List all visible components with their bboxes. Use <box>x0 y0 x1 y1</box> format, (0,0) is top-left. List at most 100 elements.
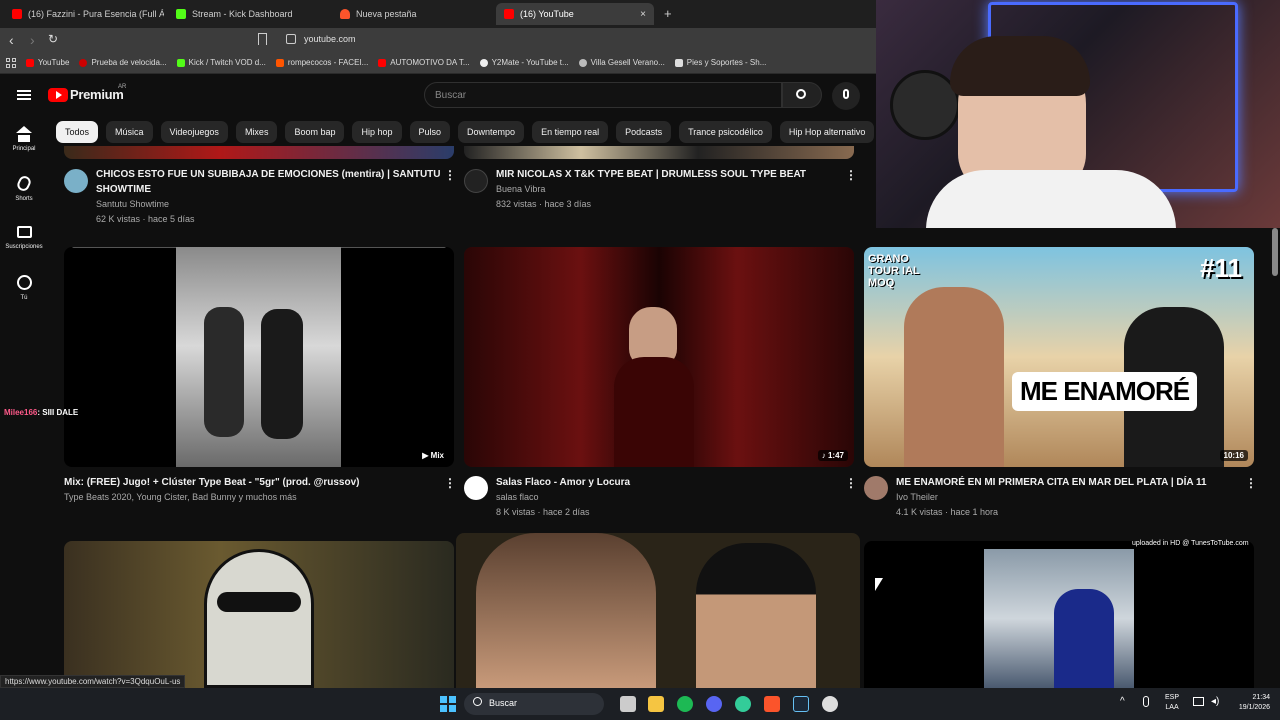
video-thumbnail[interactable]: ♪ 1:47 <box>464 247 854 467</box>
more-options-icon[interactable]: ⋮ <box>845 168 857 182</box>
chip-downtempo[interactable]: Downtempo <box>458 121 525 143</box>
bookmark-icon[interactable] <box>258 33 267 45</box>
premium-logo[interactable]: Premium <box>70 87 124 102</box>
chat-message: Milee166: SIII DALE <box>4 408 78 417</box>
taskbar: Buscar ^ ESP LAA ◂) 21:34 19/1/2026 <box>0 688 1280 720</box>
sidebar-item-shorts[interactable]: Shorts <box>0 174 48 202</box>
more-options-icon[interactable]: ⋮ <box>444 476 456 490</box>
video-title[interactable]: CHICOS ESTO FUE UN SUBIBAJA DE EMOCIONES… <box>96 167 441 197</box>
video-thumbnail[interactable] <box>64 541 454 688</box>
bookmark-pies-soportes[interactable]: Pies y Soportes - Sh... <box>674 58 766 67</box>
brave-icon[interactable] <box>764 696 780 712</box>
file-explorer-icon[interactable] <box>648 696 664 712</box>
chip-hip-hop-alternativo[interactable]: Hip Hop alternativo <box>779 121 875 143</box>
bookmark-automotivo[interactable]: AUTOMOTIVO DA T... <box>378 58 470 67</box>
forward-icon[interactable]: › <box>30 32 35 48</box>
video-title[interactable]: Mix: (FREE) Jugo! + Clúster Type Beat - … <box>64 475 434 490</box>
sidebar-item-principal[interactable]: Principal <box>0 126 48 152</box>
video-thumbnail[interactable] <box>456 533 860 688</box>
clock[interactable]: 21:34 19/1/2026 <box>1238 693 1270 713</box>
task-view-icon[interactable] <box>620 696 636 712</box>
channel-name[interactable]: salas flaco <box>496 490 539 505</box>
discord-icon[interactable] <box>706 696 722 712</box>
language-indicator[interactable]: ESP LAA <box>1165 693 1179 713</box>
thumbnail-photo <box>176 247 341 467</box>
sidebar-item-suscripciones[interactable]: Suscripciones <box>0 226 48 250</box>
back-icon[interactable]: ‹ <box>9 32 14 48</box>
video-thumbnail[interactable]: GRANO TOUR IAL MOQ #11 ME ENAMORÉ 10:16 <box>864 247 1254 467</box>
thumbnail-caption: uploaded in HD @ TunesToTube.com <box>1132 540 1249 547</box>
region-label: AR <box>118 84 127 90</box>
channel-name[interactable]: Santutu Showtime <box>96 197 169 212</box>
app-icon[interactable] <box>735 696 751 712</box>
video-title[interactable]: Salas Flaco - Amor y Locura <box>496 475 841 490</box>
video-thumbnail[interactable] <box>64 146 454 159</box>
video-thumbnail[interactable]: ▶ Mix <box>64 247 454 467</box>
chip-mixes[interactable]: Mixes <box>235 121 278 143</box>
microphone-icon[interactable] <box>1143 696 1149 707</box>
bookmark-kick-vod[interactable]: Kick / Twitch VOD d... <box>176 58 266 67</box>
site-info-icon[interactable] <box>286 34 296 44</box>
subscriptions-icon <box>16 226 32 238</box>
bookmark-youtube[interactable]: YouTube <box>26 58 69 67</box>
search-icon <box>796 89 806 99</box>
windows-start-icon[interactable] <box>440 696 456 712</box>
chip-pulso[interactable]: Pulso <box>409 121 451 143</box>
url-field[interactable]: youtube.com <box>304 34 356 44</box>
voice-search-button[interactable] <box>832 82 860 110</box>
sidebar-item-label: Shorts <box>15 196 33 202</box>
youtube-logo-icon[interactable] <box>48 88 68 102</box>
channel-name[interactable]: Type Beats 2020, Young Cister, Bad Bunny… <box>64 490 297 505</box>
tab-fazzini[interactable]: (16) Fazzini - Pura Esencia (Full Álbum) <box>4 3 164 25</box>
channel-avatar[interactable] <box>464 476 488 500</box>
obs-icon[interactable] <box>822 696 838 712</box>
y2mate-icon <box>479 58 488 67</box>
channel-avatar[interactable] <box>864 476 888 500</box>
channel-name[interactable]: Ivo Theiler <box>896 490 938 505</box>
status-link-preview: https://www.youtube.com/watch?v=3QdquOuL… <box>0 675 186 688</box>
chip-trance-psicodelico[interactable]: Trance psicodélico <box>679 121 772 143</box>
close-tab-icon[interactable]: × <box>640 9 646 20</box>
channel-name[interactable]: Buena Vibra <box>496 182 545 197</box>
more-options-icon[interactable]: ⋮ <box>444 168 456 182</box>
duration-badge: ♪ 1:47 <box>817 450 848 461</box>
volume-icon[interactable]: ◂) <box>1211 696 1219 707</box>
bookmark-speedtest[interactable]: Prueba de velocida... <box>79 58 167 67</box>
bookmark-faceit[interactable]: rompecocos - FACEI... <box>275 58 368 67</box>
chip-podcasts[interactable]: Podcasts <box>616 121 672 143</box>
apps-grid-icon[interactable] <box>6 57 16 68</box>
video-thumbnail[interactable] <box>864 541 1254 688</box>
new-tab-button[interactable]: + <box>664 6 672 21</box>
taskbar-search[interactable]: Buscar <box>464 693 604 715</box>
bookmark-y2mate[interactable]: Y2Mate - YouTube t... <box>479 58 569 67</box>
search-input[interactable]: Buscar <box>424 82 782 108</box>
chip-musica[interactable]: Música <box>106 121 153 143</box>
tab-youtube[interactable]: (16) YouTube × <box>496 3 654 25</box>
tab-new[interactable]: Nueva pestaña <box>332 3 492 25</box>
search-button[interactable] <box>782 82 822 108</box>
tray-chevron-icon[interactable]: ^ <box>1120 696 1125 707</box>
bookmark-villa-gesell[interactable]: Villa Gesell Verano... <box>578 58 665 67</box>
chip-boom-bap[interactable]: Boom bap <box>285 121 345 143</box>
streamer-hair <box>950 36 1090 96</box>
video-title[interactable]: MIR NICOLAS X T&K TYPE BEAT | DRUMLESS S… <box>496 167 841 182</box>
spotify-icon[interactable] <box>677 696 693 712</box>
chip-todos[interactable]: Todos <box>56 121 99 143</box>
channel-avatar[interactable] <box>464 169 488 193</box>
search-icon <box>473 697 482 706</box>
video-thumbnail[interactable] <box>464 146 854 159</box>
steam-icon[interactable] <box>793 696 809 712</box>
channel-avatar[interactable] <box>64 169 88 193</box>
video-title[interactable]: ME ENAMORÉ EN MI PRIMERA CITA EN MAR DEL… <box>896 475 1241 490</box>
tab-kick[interactable]: Stream - Kick Dashboard <box>168 3 328 25</box>
chip-videojuegos[interactable]: Videojuegos <box>160 121 228 143</box>
reload-icon[interactable]: ↻ <box>48 32 58 46</box>
page-scrollbar[interactable] <box>1272 228 1278 276</box>
network-icon[interactable] <box>1193 697 1204 706</box>
chip-hip-hop[interactable]: Hip hop <box>352 121 402 143</box>
chip-en-tiempo-real[interactable]: En tiempo real <box>532 121 609 143</box>
sidebar-item-tu[interactable]: Tú <box>0 275 48 301</box>
more-options-icon[interactable]: ⋮ <box>845 476 857 490</box>
menu-icon[interactable] <box>17 90 31 100</box>
more-options-icon[interactable]: ⋮ <box>1245 476 1257 490</box>
